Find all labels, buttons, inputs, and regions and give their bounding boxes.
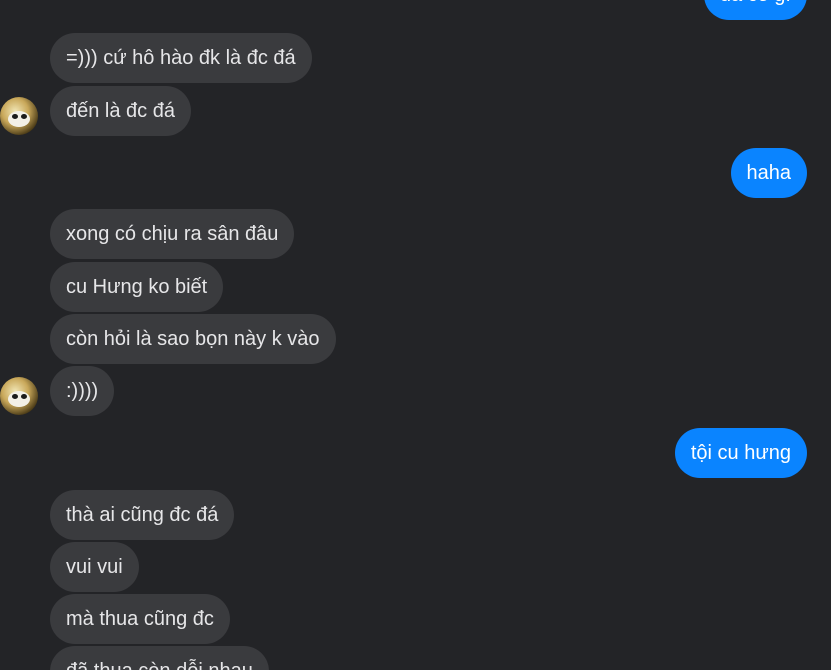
received-message[interactable]: vui vui [50,542,139,592]
avatar-eye [12,394,18,399]
message-thread[interactable]: đã có gì =))) cứ hô hào đk là đc đá đến … [0,0,831,670]
avatar-eye [21,114,27,119]
received-message[interactable]: đã thua còn dỗi nhau [50,646,269,670]
received-message[interactable]: xong có chịu ra sân đâu [50,209,295,259]
received-message[interactable]: cu Hưng ko biết [50,262,224,312]
sent-message[interactable]: haha [730,148,807,198]
received-message[interactable]: :)))) [50,366,115,416]
panda-avatar-icon [8,111,30,127]
received-message[interactable]: đến là đc đá [50,86,191,136]
received-message[interactable]: thà ai cũng đc đá [50,490,235,540]
panda-avatar-icon [8,391,30,407]
received-message[interactable]: mà thua cũng đc [50,594,230,644]
received-message[interactable]: còn hỏi là sao bọn này k vào [50,314,336,364]
avatar-eye [21,394,27,399]
sent-message[interactable]: tội cu hưng [674,428,807,478]
received-message[interactable]: =))) cứ hô hào đk là đc đá [50,33,312,83]
avatar-eye [12,114,18,119]
sent-message[interactable]: đã có gì [703,0,807,20]
contact-avatar[interactable] [0,377,38,415]
contact-avatar[interactable] [0,97,38,135]
